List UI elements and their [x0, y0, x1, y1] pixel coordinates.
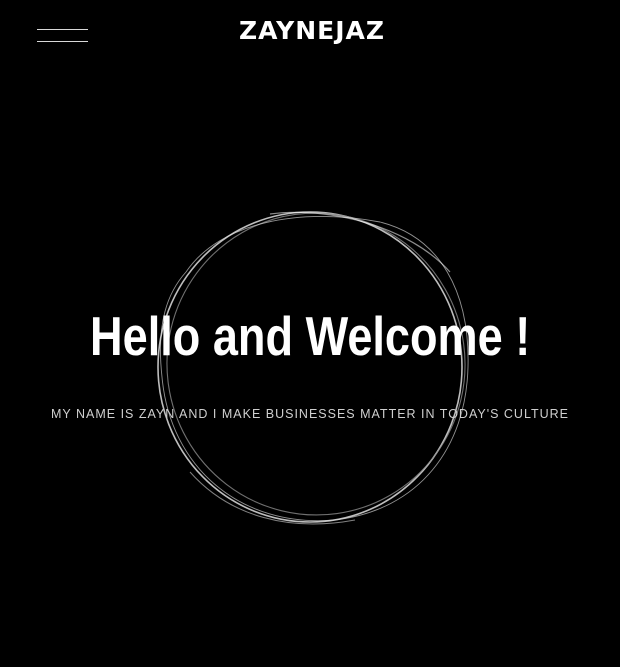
site-logo[interactable]: ZAYNEJAZ	[236, 14, 388, 48]
hamburger-menu-icon	[37, 29, 88, 30]
menu-button[interactable]	[36, 24, 90, 48]
hero-subtitle: MY NAME IS ZAYN AND I MAKE BUSINESSES MA…	[50, 407, 570, 421]
hamburger-menu-icon-line	[37, 41, 88, 42]
hero-page: ZAYNEJAZ Hello and Welcome ! MY NAME IS …	[0, 0, 620, 667]
hero-title: Hello and Welcome !	[90, 305, 531, 367]
